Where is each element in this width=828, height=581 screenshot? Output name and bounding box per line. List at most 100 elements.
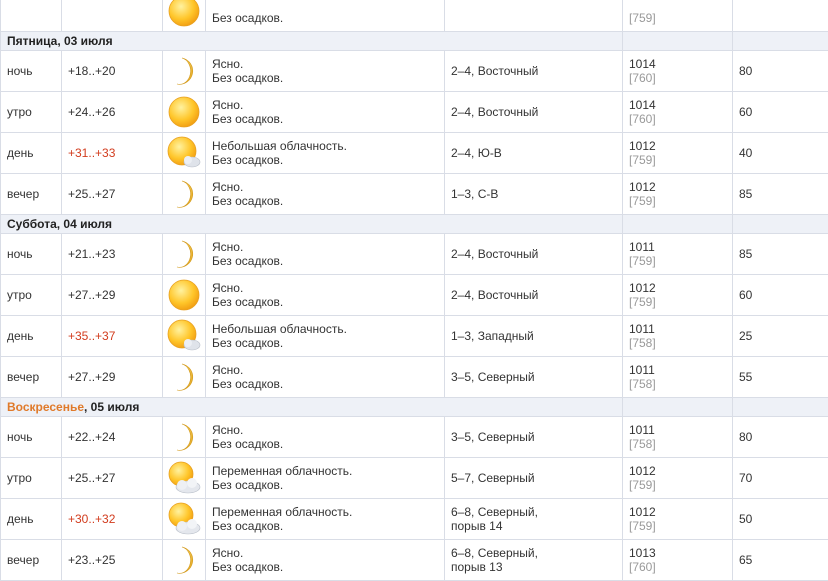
pressure-mmhg: [759] — [629, 254, 732, 268]
humidity-cell: 70 — [733, 458, 828, 499]
pressure-mmhg: [758] — [629, 437, 732, 451]
precipitation-text: Без осадков. — [212, 519, 444, 533]
temperature-cell: +27..+29 — [62, 275, 163, 316]
pressure-cell: 1012[759] — [623, 174, 733, 215]
humidity-cell: 65 — [733, 540, 828, 581]
temperature-cell: +25..+27 — [62, 458, 163, 499]
wind-cell: 2–4, Восточный — [445, 275, 623, 316]
pressure-cell: 1012[759] — [623, 275, 733, 316]
pressure-mmhg: [760] — [629, 112, 732, 126]
pressure-mmhg: [759] — [629, 478, 732, 492]
condition-cell: Ясно.Без осадков. — [206, 51, 445, 92]
pressure-hpa: 1012 — [629, 281, 732, 295]
precipitation-text: Без осадков. — [212, 71, 444, 85]
sun-small-cloud-icon — [163, 133, 206, 174]
wind-cell: 6–8, Северный,порыв 14 — [445, 499, 623, 540]
forecast-row: утро+27..+29Ясно.Без осадков.2–4, Восточ… — [1, 275, 828, 316]
wind-cell: 3–5, Северный — [445, 357, 623, 398]
wind-text: 1–3, С-В — [451, 187, 622, 201]
day-name: Пятница — [7, 34, 57, 48]
condition-text: Ясно. — [212, 98, 444, 112]
temperature-cell: +18..+20 — [62, 51, 163, 92]
precipitation-text: Без осадков. — [212, 153, 444, 167]
pressure-hpa: 1012 — [629, 139, 732, 153]
forecast-row: вечер+25..+27Ясно.Без осадков.1–3, С-В10… — [1, 174, 828, 215]
wind-text: 2–4, Восточный — [451, 247, 622, 261]
wind-text: 2–4, Восточный — [451, 288, 622, 302]
sun-icon — [163, 0, 206, 32]
temperature-cell: +25..+27 — [62, 174, 163, 215]
condition-cell: Небольшая облачность.Без осадков. — [206, 316, 445, 357]
wind-cell: 1–3, Западный — [445, 316, 623, 357]
temperature-cell: +31..+33 — [62, 133, 163, 174]
period-cell: ночь — [1, 51, 62, 92]
day-name: Суббота — [7, 217, 57, 231]
condition-cell: Ясно.Без осадков. — [206, 234, 445, 275]
condition-cell: Ясно.Без осадков. — [206, 92, 445, 133]
pressure-hpa: 1011 — [629, 322, 732, 336]
condition-text: Ясно. — [212, 281, 444, 295]
pressure-cell: 1012[759] — [623, 499, 733, 540]
period-cell: ночь — [1, 417, 62, 458]
period-cell: вечер — [1, 540, 62, 581]
sun-cloud-icon — [163, 458, 206, 499]
condition-cell: Переменная облачность.Без осадков. — [206, 499, 445, 540]
precipitation-text: Без осадков. — [212, 194, 444, 208]
humidity-cell: 85 — [733, 234, 828, 275]
condition-text: Ясно. — [212, 546, 444, 560]
wind-text: 2–4, Восточный — [451, 105, 622, 119]
condition-text: Ясно. — [212, 423, 444, 437]
condition-text: Небольшая облачность. — [212, 322, 444, 336]
day-date: , 04 июля — [57, 217, 112, 231]
forecast-table: Без осадков. [759] Пятница, 03 июляночь+… — [0, 0, 828, 581]
condition-cell: Ясно.Без осадков. — [206, 540, 445, 581]
wind-cell: 2–4, Восточный — [445, 92, 623, 133]
wind-cell: 1–3, С-В — [445, 174, 623, 215]
humidity-cell: 80 — [733, 51, 828, 92]
pressure-hpa: 1014 — [629, 57, 732, 71]
temperature-cell: +21..+23 — [62, 234, 163, 275]
condition-cell: Ясно.Без осадков. — [206, 417, 445, 458]
day-date: , 03 июля — [57, 34, 112, 48]
sun-small-cloud-icon — [163, 316, 206, 357]
precipitation-text: Без осадков. — [212, 437, 444, 451]
pressure-cell: 1011[758] — [623, 316, 733, 357]
wind-cell: 6–8, Северный,порыв 13 — [445, 540, 623, 581]
forecast-table-wrapper: Без осадков. [759] Пятница, 03 июляночь+… — [0, 0, 828, 581]
condition-cell: Ясно.Без осадков. — [206, 174, 445, 215]
pressure-hpa: 1011 — [629, 240, 732, 254]
pressure-cell: 1012[759] — [623, 133, 733, 174]
pressure-cell: 1011[759] — [623, 234, 733, 275]
wind-text: 2–4, Восточный — [451, 64, 622, 78]
precipitation-text: Без осадков. — [212, 336, 444, 350]
condition-text: Переменная облачность. — [212, 505, 444, 519]
temperature-cell: +24..+26 — [62, 92, 163, 133]
wind-cell: 2–4, Восточный — [445, 234, 623, 275]
wind-text: 6–8, Северный, — [451, 546, 622, 560]
precipitation-text: Без осадков. — [212, 377, 444, 391]
wind-cell: 5–7, Северный — [445, 458, 623, 499]
condition-cell: Без осадков. — [206, 0, 445, 32]
humidity-cell: 55 — [733, 357, 828, 398]
pressure-hpa: 1012 — [629, 180, 732, 194]
period-cell: вечер — [1, 174, 62, 215]
moon-icon — [163, 51, 206, 92]
precipitation-text: Без осадков. — [212, 112, 444, 126]
pressure-mmhg: [759] — [629, 295, 732, 309]
humidity-cell: 25 — [733, 316, 828, 357]
humidity-cell: 60 — [733, 275, 828, 316]
pressure-mmhg: [758] — [629, 377, 732, 391]
day-header-row: Суббота, 04 июля — [1, 215, 828, 234]
previous-day-row: Без осадков. [759] — [1, 0, 828, 32]
temperature-cell: +35..+37 — [62, 316, 163, 357]
condition-cell: Переменная облачность.Без осадков. — [206, 458, 445, 499]
pressure-mmhg: [759] — [629, 519, 732, 533]
temperature-cell: +27..+29 — [62, 357, 163, 398]
humidity-cell: 85 — [733, 174, 828, 215]
pressure-hpa: 1012 — [629, 505, 732, 519]
pressure-cell: 1013[760] — [623, 540, 733, 581]
day-title: Суббота, 04 июля — [1, 215, 623, 234]
forecast-row: ночь+21..+23Ясно.Без осадков.2–4, Восточ… — [1, 234, 828, 275]
forecast-row: утро+25..+27Переменная облачность.Без ос… — [1, 458, 828, 499]
precipitation-text: Без осадков. — [212, 478, 444, 492]
